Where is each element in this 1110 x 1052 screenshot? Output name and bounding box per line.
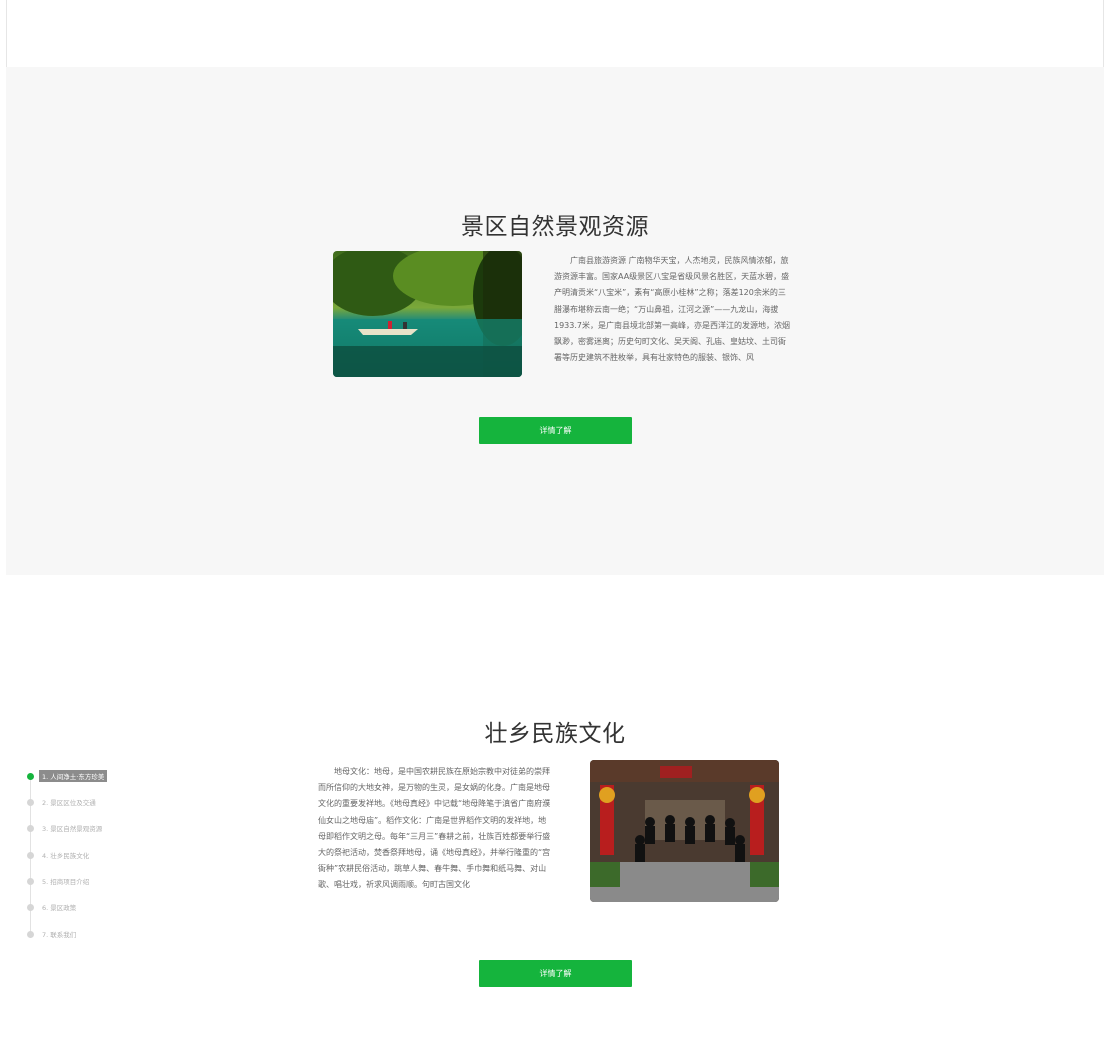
folk-performance-photo [590, 760, 779, 902]
nav-dot [27, 824, 34, 832]
nature-details-button[interactable]: 详情了解 [479, 417, 632, 444]
nav-dot [27, 877, 34, 885]
nav-item-label: 1. 人间净土·东方珍美 [39, 770, 108, 782]
nav-item-label: 4. 壮乡民族文化 [42, 852, 90, 860]
nav-item-4[interactable]: 4. 壮乡民族文化 [26, 849, 92, 861]
nav-item-2[interactable]: 2. 景区区位及交通 [26, 796, 99, 808]
nav-item-label: 7. 联系我们 [42, 931, 77, 939]
natural-landscape-description: 广南县旅游资源 广南物华天宝，人杰地灵，民族风情浓郁，旅游资源丰富。国家AA级景… [554, 256, 790, 363]
river-boat-photo [333, 251, 522, 377]
culture-details-button[interactable]: 详情了解 [479, 960, 632, 987]
nav-item-5[interactable]: 5. 招商项目介绍 [26, 875, 92, 887]
nav-item-label: 6. 景区政策 [42, 904, 77, 912]
section-natural-landscape: 景区自然景观资源 广南县旅游资源 广南物华天宝，人杰地灵，民族风情浓郁，旅游资源… [6, 67, 1104, 575]
nav-item-label: 3. 景区自然景观资源 [42, 825, 103, 833]
zhuang-culture-description: 地母文化：地母，是中国农耕民族在原始宗教中对徒弟的崇拜而所信仰的大地女神，是万物… [318, 767, 551, 890]
section-zhuang-culture: 壮乡民族文化 地母文化：地母，是中国农耕民族在原始宗教中对徒弟的崇拜而所信仰的大… [6, 575, 1104, 1052]
nav-item-label: 2. 景区区位及交通 [42, 799, 96, 807]
nav-dot [27, 903, 34, 911]
nav-item-1[interactable]: 1. 人间净土·东方珍美 [26, 770, 108, 782]
nav-dot [27, 930, 34, 938]
nav-dot-active [27, 772, 34, 780]
section-title: 壮乡民族文化 [484, 721, 626, 747]
nav-dot [27, 851, 34, 859]
side-navigation: 1. 人间净土·东方珍美 2. 景区区位及交通 3. 景区自然景观资源 4. 壮… [26, 766, 146, 946]
nav-dot [27, 798, 34, 806]
nav-item-3[interactable]: 3. 景区自然景观资源 [26, 822, 105, 834]
nav-item-7[interactable]: 7. 联系我们 [26, 928, 79, 940]
nav-item-6[interactable]: 6. 景区政策 [26, 901, 79, 913]
nav-item-label: 5. 招商项目介绍 [42, 878, 90, 886]
section-title: 景区自然景观资源 [461, 214, 649, 240]
